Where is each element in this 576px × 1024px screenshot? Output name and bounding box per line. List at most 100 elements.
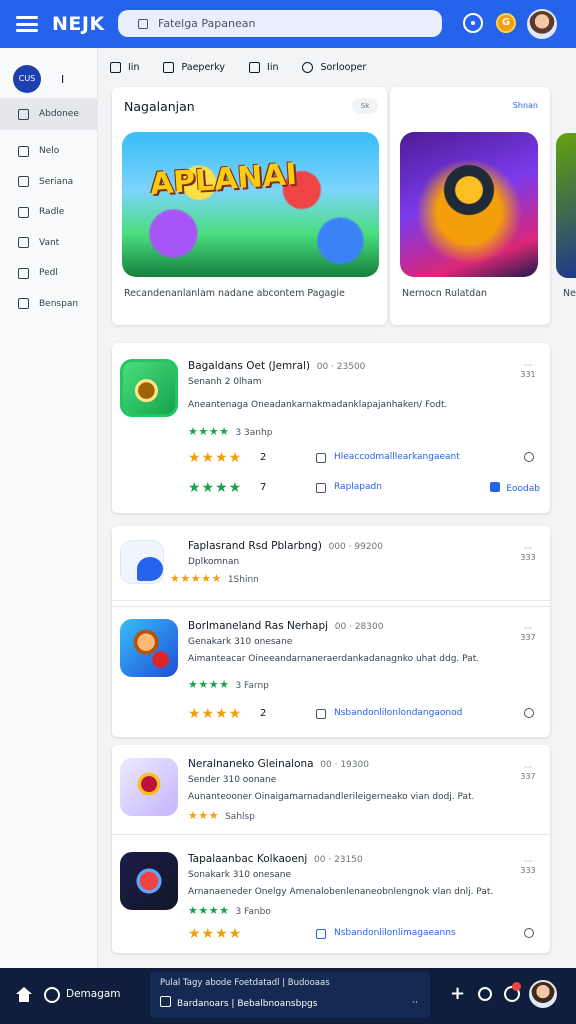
action-link[interactable]: Raplapadn (334, 482, 382, 492)
coin-icon[interactable]: G (496, 13, 516, 33)
app-icon-game[interactable] (120, 359, 178, 417)
action-row: ★★★★ 7 Raplapadn Eoodab (188, 480, 540, 500)
app-title[interactable]: Faplasrand Rsd Pblarbng) 000 · 99200 (188, 540, 383, 552)
app-card: Bagaldans Oet (Jemral) 00 · 23500 Senanh… (112, 343, 550, 513)
subnav-item-paeperky[interactable]: Paeperky (163, 61, 225, 73)
sidebar-item-label: Abdonee (39, 109, 79, 119)
brand-logo[interactable]: NEJK (52, 13, 105, 35)
overflow-menu-icon[interactable]: ··· 337 (520, 624, 536, 642)
add-icon[interactable]: + (450, 983, 465, 1004)
overflow-menu-icon[interactable]: ··· 333 (520, 544, 536, 562)
home-icon (110, 61, 121, 73)
sidebar-item-pedl[interactable]: Pedl (0, 258, 97, 288)
grid-icon (163, 61, 175, 73)
bottom-bar-label[interactable]: Demagam (66, 988, 121, 1000)
app-meta: Sender 310 oonane (188, 775, 277, 785)
history-icon[interactable] (478, 987, 492, 1001)
app-icon-game[interactable] (120, 852, 178, 910)
featured-main-artwork[interactable]: APLANAI (122, 132, 379, 277)
action-link[interactable]: Nsbandonlilonlondangaonod (334, 708, 462, 718)
app-title[interactable]: Neralnaneko Gleinalona 00 · 19300 (188, 758, 369, 770)
featured-card-side[interactable]: Shnan Nernocn Rulatdan (390, 87, 550, 325)
featured-pill[interactable]: Sk (352, 98, 378, 114)
bookmark-icon[interactable] (316, 929, 326, 939)
subnav-item-search[interactable]: Sorlooper (302, 61, 366, 73)
featured-side-caption: Nernocn Rulatdan (402, 288, 488, 299)
featured-main-caption: Recandenanlanlam nadane abcontem Pagagie (124, 288, 345, 299)
app-icon-game[interactable] (120, 619, 178, 677)
install-button[interactable]: Eoodab (490, 482, 540, 494)
sidebar-item-label: Benspan (39, 298, 79, 309)
featured-side-artwork[interactable] (400, 132, 538, 277)
featured-title: Nagalanjan (124, 99, 195, 114)
search-placeholder: Fatelga Papanean (158, 17, 256, 30)
sidebar-user-name: I (61, 72, 65, 86)
subnav-item-star[interactable]: Iin (249, 61, 278, 73)
app-description: Aimanteacar Oineeandarnaneraerdankadanag… (188, 654, 480, 664)
sidebar-item-benspan[interactable]: Benspan (0, 289, 97, 319)
search-icon (302, 61, 314, 73)
share-icon[interactable] (316, 709, 326, 719)
overflow-menu-icon[interactable]: ··· 331 (520, 361, 536, 379)
app-description: Aunanteooner Oinaigamarnadandlerileigern… (188, 792, 475, 802)
subnav-item-home[interactable]: Iin (110, 61, 139, 73)
sidebar-item-label: Vant (39, 237, 60, 248)
sidebar-item-radle[interactable]: Radle (0, 197, 97, 227)
action-row: ★★★★ 2 Hleaccodmalllearkangaeant (188, 450, 540, 470)
settings-icon (18, 267, 29, 279)
user-avatar[interactable] (527, 9, 557, 39)
rating-count: 2 (260, 708, 267, 719)
sidebar-item-abdonee[interactable]: Abdonee (0, 98, 97, 130)
app-description: Arnanaeneder Onelgy Amenalobenlenaneobnl… (188, 887, 494, 897)
info-icon[interactable] (524, 708, 534, 718)
app-meta: Genakark 310 onesane (188, 637, 293, 647)
thumb-icon[interactable] (316, 453, 326, 463)
action-row: ★★★★ 2 Nsbandonlilonlondangaonod (188, 706, 540, 726)
app-icon-chat[interactable] (120, 540, 164, 584)
sidebar-item-nelo[interactable]: Nelo (0, 136, 97, 166)
share-icon[interactable] (316, 483, 326, 493)
rating-stars: ★★★★ (188, 706, 243, 722)
app-title[interactable]: Bagaldans Oet (Jemral) 00 · 23500 (188, 360, 365, 372)
history-icon[interactable] (463, 13, 483, 33)
featured-card-main[interactable]: Nagalanjan Sk APLANAI Recandenanlanlam n… (112, 87, 387, 325)
sidebar-user[interactable]: CUS I (0, 48, 97, 98)
now-playing-panel[interactable]: Pulal Tagy abode Foetdatadl | Budooaas B… (150, 972, 430, 1018)
rating-count: 2 (260, 452, 267, 463)
sidebar-item-seriana[interactable]: Seriana (0, 167, 97, 197)
action-link[interactable]: Nsbandonlilonlimagaeanns (334, 928, 456, 938)
action-link[interactable]: Hleaccodmalllearkangaeant (334, 452, 460, 462)
app-title[interactable]: Borlmaneland Ras Nerhapj 00 · 28300 (188, 620, 383, 632)
info-icon[interactable] (524, 928, 534, 938)
featured-art-logo: APLANAI (148, 156, 299, 203)
sub-navigation: Iin Paeperky Iin Sorlooper (110, 56, 390, 78)
app-rating: ★★★ Sahlsp (188, 809, 255, 822)
app-title[interactable]: Tapalaanbac Kolkaoenj 00 · 23150 (188, 853, 363, 865)
info-icon[interactable] (524, 452, 534, 462)
expand-icon[interactable]: ·· (412, 998, 418, 1008)
search-input[interactable]: Fatelga Papanean (118, 10, 442, 37)
app-rating: ★★★★★ 1Shinn (170, 572, 259, 585)
app-icon-game[interactable] (120, 758, 178, 816)
featured-peek-artwork[interactable] (556, 133, 576, 278)
panel-line-1: Pulal Tagy abode Foetdatadl | Budooaas (160, 978, 330, 988)
overflow-menu-icon[interactable]: ··· 337 (520, 763, 536, 781)
app-rating: ★★★★ 3 Farnp (188, 678, 269, 691)
hamburger-menu-icon[interactable] (16, 16, 38, 32)
store-icon (18, 108, 29, 120)
sidebar-item-label: Pedl (39, 268, 58, 278)
app-meta: Sonakark 310 onesane (188, 870, 292, 880)
overflow-menu-icon[interactable]: ··· 333 (520, 857, 536, 875)
home-icon[interactable] (16, 987, 32, 1003)
sidebar-avatar[interactable]: CUS (13, 65, 41, 93)
account-icon[interactable] (44, 987, 60, 1003)
user-avatar[interactable] (529, 980, 557, 1008)
rating-stars: ★★★★ (188, 480, 243, 496)
bottom-bar: Demagam Pulal Tagy abode Foetdatadl | Bu… (0, 968, 576, 1024)
app-card: Faplasrand Rsd Pblarbng) 000 · 99200 Dpl… (112, 526, 550, 737)
sidebar-item-label: Nelo (39, 146, 60, 156)
sidebar-item-vant[interactable]: Vant (0, 228, 97, 258)
panel-line-2: Bardanoars | Bebalbnoansbpgs (160, 996, 317, 1009)
featured-more-link[interactable]: Shnan (513, 101, 538, 110)
app-rating: ★★★★ 3 3anhp (188, 425, 273, 438)
